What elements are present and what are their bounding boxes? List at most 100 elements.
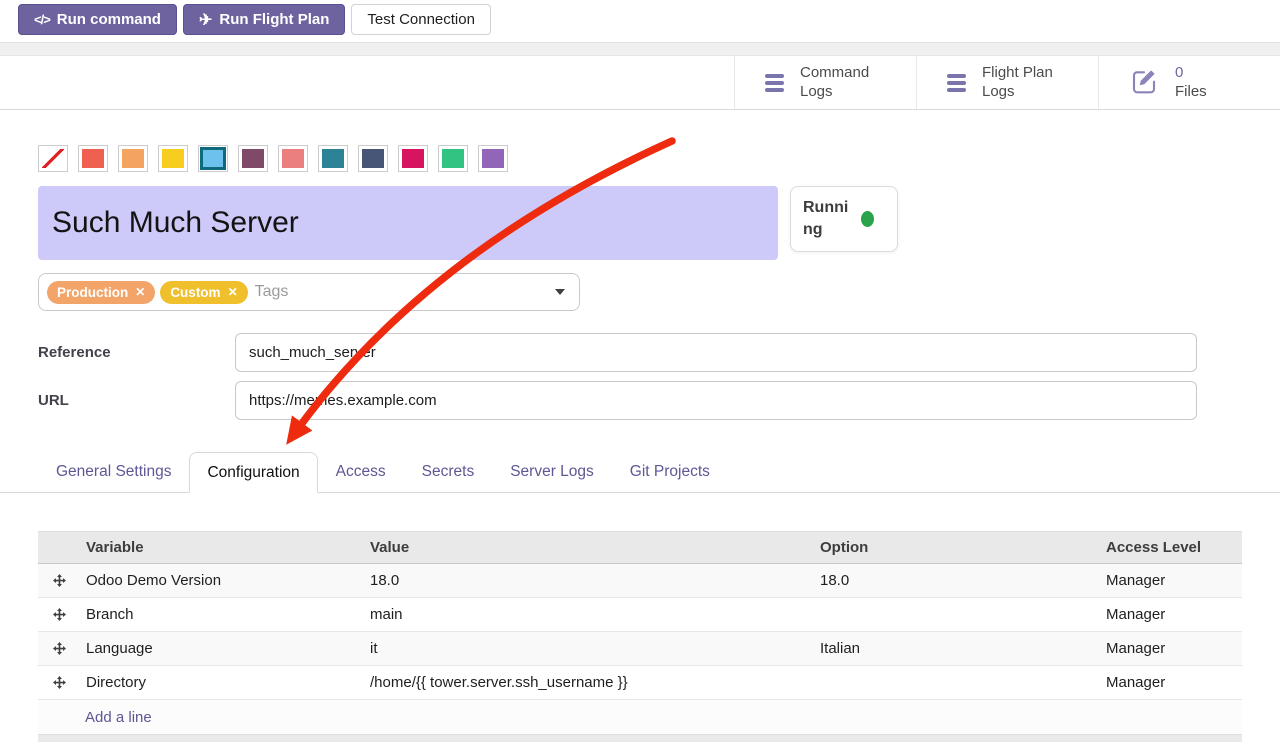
chevron-down-icon[interactable] (555, 289, 565, 295)
stat-button-box: Command Logs Flight Plan Logs 0 Files (0, 56, 1280, 110)
tab-general-settings[interactable]: General Settings (38, 452, 189, 492)
run-command-button[interactable]: </> Run command (18, 4, 177, 35)
drag-handle-icon[interactable] (38, 598, 80, 631)
tab-server-logs[interactable]: Server Logs (492, 452, 612, 492)
status-badge[interactable]: Running (790, 186, 898, 252)
cell-value[interactable]: /home/{{ tower.server.ssh_username }} (364, 674, 814, 691)
color-swatch-4[interactable] (198, 145, 228, 172)
remove-tag-icon[interactable]: ✕ (135, 285, 145, 299)
list-icon (947, 71, 966, 95)
cell-option[interactable]: Italian (814, 640, 1100, 657)
reference-input[interactable] (235, 333, 1197, 372)
swatch-color-fill (122, 149, 144, 168)
add-line-row: Add a line (38, 700, 1242, 734)
test-connection-button[interactable]: Test Connection (351, 4, 491, 35)
color-swatch-5[interactable] (238, 145, 268, 172)
tab-git-projects[interactable]: Git Projects (612, 452, 728, 492)
tab-configuration[interactable]: Configuration (189, 452, 317, 493)
edit-icon (1129, 66, 1159, 100)
cell-variable[interactable]: Odoo Demo Version (80, 572, 364, 589)
form-sheet: Such Much Server Running Production✕Cust… (0, 145, 1280, 742)
color-swatch-6[interactable] (278, 145, 308, 172)
reference-label: Reference (38, 344, 235, 361)
url-field-row: URL (38, 381, 1242, 420)
cell-option[interactable]: 18.0 (814, 572, 1100, 589)
swatch-color-fill (200, 147, 226, 170)
command-logs-button[interactable]: Command Logs (734, 56, 916, 109)
files-count: 0 (1175, 64, 1269, 83)
cell-access-level[interactable]: Manager (1100, 640, 1242, 657)
list-icon (765, 71, 784, 95)
color-swatch-9[interactable] (398, 145, 428, 172)
run-flight-plan-button[interactable]: ✈ Run Flight Plan (183, 4, 345, 35)
table-row: Directory/home/{{ tower.server.ssh_usern… (38, 666, 1242, 700)
status-dot-icon (861, 211, 874, 227)
server-form-screen: </> Run command ✈ Run Flight Plan Test C… (0, 0, 1280, 742)
url-input[interactable] (235, 381, 1197, 420)
column-header-option[interactable]: Option (814, 539, 1100, 556)
flight-plan-logs-button[interactable]: Flight Plan Logs (916, 56, 1098, 109)
color-swatch-2[interactable] (118, 145, 148, 172)
tags-input[interactable]: Production✕ Custom ✕ Tags (38, 273, 580, 311)
swatch-color-fill (482, 149, 504, 168)
tab-bar: General SettingsConfigurationAccessSecre… (0, 452, 1280, 493)
tab-secrets[interactable]: Secrets (404, 452, 493, 492)
drag-handle-icon[interactable] (38, 632, 80, 665)
tag-pill-custom[interactable]: Custom ✕ (160, 281, 247, 304)
reference-field-row: Reference (38, 333, 1242, 372)
swatch-color-fill (362, 149, 384, 168)
table-footer-strip (38, 734, 1242, 742)
column-header-access-level[interactable]: Access Level (1100, 539, 1242, 556)
flight-plan-logs-label: Flight Plan Logs (982, 64, 1076, 102)
cell-value[interactable]: it (364, 640, 814, 657)
record-title[interactable]: Such Much Server (38, 186, 778, 260)
tab-access[interactable]: Access (318, 452, 404, 492)
status-label: Running (803, 197, 851, 240)
drag-handle-icon[interactable] (38, 564, 80, 597)
drag-handle-icon[interactable] (38, 666, 80, 699)
title-row: Such Much Server Running (38, 186, 1242, 260)
column-header-value[interactable]: Value (364, 539, 814, 556)
remove-tag-icon[interactable]: ✕ (228, 285, 238, 299)
color-swatch-none[interactable] (38, 145, 68, 172)
tag-pill-production[interactable]: Production✕ (47, 281, 155, 304)
color-swatch-row (38, 145, 1242, 172)
color-swatch-7[interactable] (318, 145, 348, 172)
table-body: Odoo Demo Version18.018.0ManagerBranchma… (38, 564, 1242, 700)
tag-label: Custom (170, 285, 220, 300)
test-connection-label: Test Connection (367, 11, 475, 28)
color-swatch-8[interactable] (358, 145, 388, 172)
cell-value[interactable]: 18.0 (364, 572, 814, 589)
table-row: Odoo Demo Version18.018.0Manager (38, 564, 1242, 598)
swatch-color-fill (442, 149, 464, 168)
table-row: LanguageitItalianManager (38, 632, 1242, 666)
color-swatch-3[interactable] (158, 145, 188, 172)
swatch-color-fill (282, 149, 304, 168)
cell-variable[interactable]: Branch (80, 606, 364, 623)
divider-strip (0, 42, 1280, 56)
url-label: URL (38, 392, 235, 409)
cell-access-level[interactable]: Manager (1100, 674, 1242, 691)
run-command-label: Run command (57, 11, 161, 28)
color-swatch-10[interactable] (438, 145, 468, 172)
table-row: Branchmain Manager (38, 598, 1242, 632)
cell-value[interactable]: main (364, 606, 814, 623)
tags-placeholder: Tags (255, 283, 289, 301)
cell-access-level[interactable]: Manager (1100, 572, 1242, 589)
cell-variable[interactable]: Language (80, 640, 364, 657)
swatch-color-fill (402, 149, 424, 168)
cell-variable[interactable]: Directory (80, 674, 364, 691)
color-swatch-11[interactable] (478, 145, 508, 172)
plane-icon: ✈ (199, 10, 212, 30)
swatch-color-fill (162, 149, 184, 168)
command-logs-label: Command Logs (800, 64, 894, 102)
files-button[interactable]: 0 Files (1098, 56, 1280, 109)
tag-list: Production✕ Custom ✕ (47, 281, 253, 304)
add-line-link[interactable]: Add a line (85, 709, 152, 726)
code-icon: </> (34, 12, 50, 27)
cell-access-level[interactable]: Manager (1100, 606, 1242, 623)
configuration-table: VariableValueOptionAccess Level Odoo Dem… (38, 531, 1242, 742)
column-header-variable[interactable]: Variable (80, 539, 364, 556)
color-swatch-1[interactable] (78, 145, 108, 172)
swatch-color-fill (242, 149, 264, 168)
